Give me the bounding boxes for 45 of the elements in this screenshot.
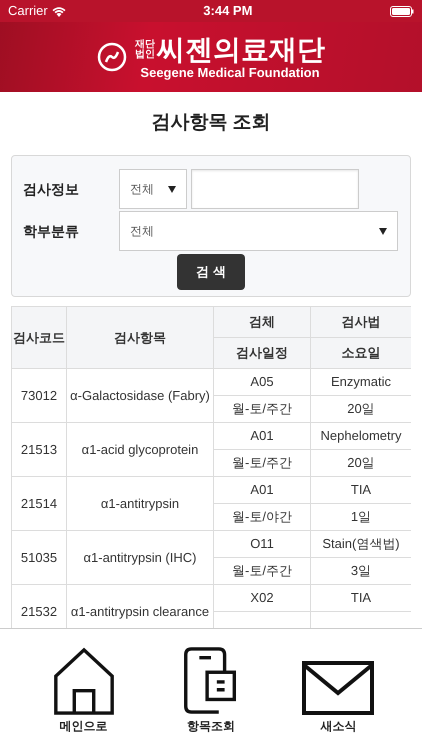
column-header: 검사항목 xyxy=(66,306,214,368)
search-input[interactable] xyxy=(191,169,359,209)
table-cell: α1-acid glycoprotein xyxy=(66,422,214,476)
table-cell: O11 xyxy=(214,530,310,558)
mail-icon xyxy=(302,661,374,715)
phone-icon xyxy=(182,647,239,715)
table-cell: 21532 xyxy=(12,584,66,628)
tab-bar-item[interactable]: 새소식 xyxy=(293,647,384,735)
column-header: 검사코드 xyxy=(12,306,66,368)
table-cell: 월-토/주간 xyxy=(214,558,310,584)
table-cell: 월-토/주간 xyxy=(214,396,310,422)
logo-english: Seegene Medical Foundation xyxy=(140,64,320,80)
tab-bar-item[interactable]: 메인으로 xyxy=(38,647,129,735)
house-icon xyxy=(52,647,115,715)
field-label: 학부분류 xyxy=(23,222,80,240)
table-cell: A01 xyxy=(214,476,310,504)
select-field[interactable]: 전체 xyxy=(119,169,187,209)
page-title: 검사항목 조회 xyxy=(151,111,271,136)
carrier-label: Carrier xyxy=(8,2,48,20)
logo-name: 씨젠의료재단 xyxy=(157,34,325,64)
battery-icon xyxy=(390,6,414,16)
table-cell: A01 xyxy=(214,422,310,450)
table-cell: 73012 xyxy=(12,368,66,422)
logo-icon xyxy=(97,42,127,72)
wifi-icon xyxy=(52,6,66,16)
status-time: 3:44 PM xyxy=(203,2,252,20)
table-cell: α-Galactosidase (Fabry) xyxy=(66,368,214,422)
search-button[interactable]: 검 색 xyxy=(177,254,245,290)
table-cell: 51035 xyxy=(12,530,66,584)
table-cell: X02 xyxy=(214,584,310,612)
caret-icon xyxy=(168,186,176,192)
field-label: 검사정보 xyxy=(23,180,80,198)
column-header: 검사일정 xyxy=(214,338,310,368)
table-cell: 21513 xyxy=(12,422,66,476)
table-cell: 월-토/주간 xyxy=(214,450,310,476)
select-field[interactable]: 전체 xyxy=(119,211,398,251)
table-cell: α1-antitrypsin (IHC) xyxy=(66,530,214,584)
table-cell: 월-토/야간 xyxy=(214,504,310,530)
table-cell: 21514 xyxy=(12,476,66,530)
logo-prefix: 재단 xyxy=(135,40,155,50)
tab-bar-item[interactable]: 항목조회 xyxy=(166,647,256,735)
caret-icon xyxy=(379,228,387,234)
table-cell: α1-antitrypsin xyxy=(66,476,214,530)
logo-prefix: 법인 xyxy=(135,50,155,60)
table-cell: A05 xyxy=(214,368,310,396)
